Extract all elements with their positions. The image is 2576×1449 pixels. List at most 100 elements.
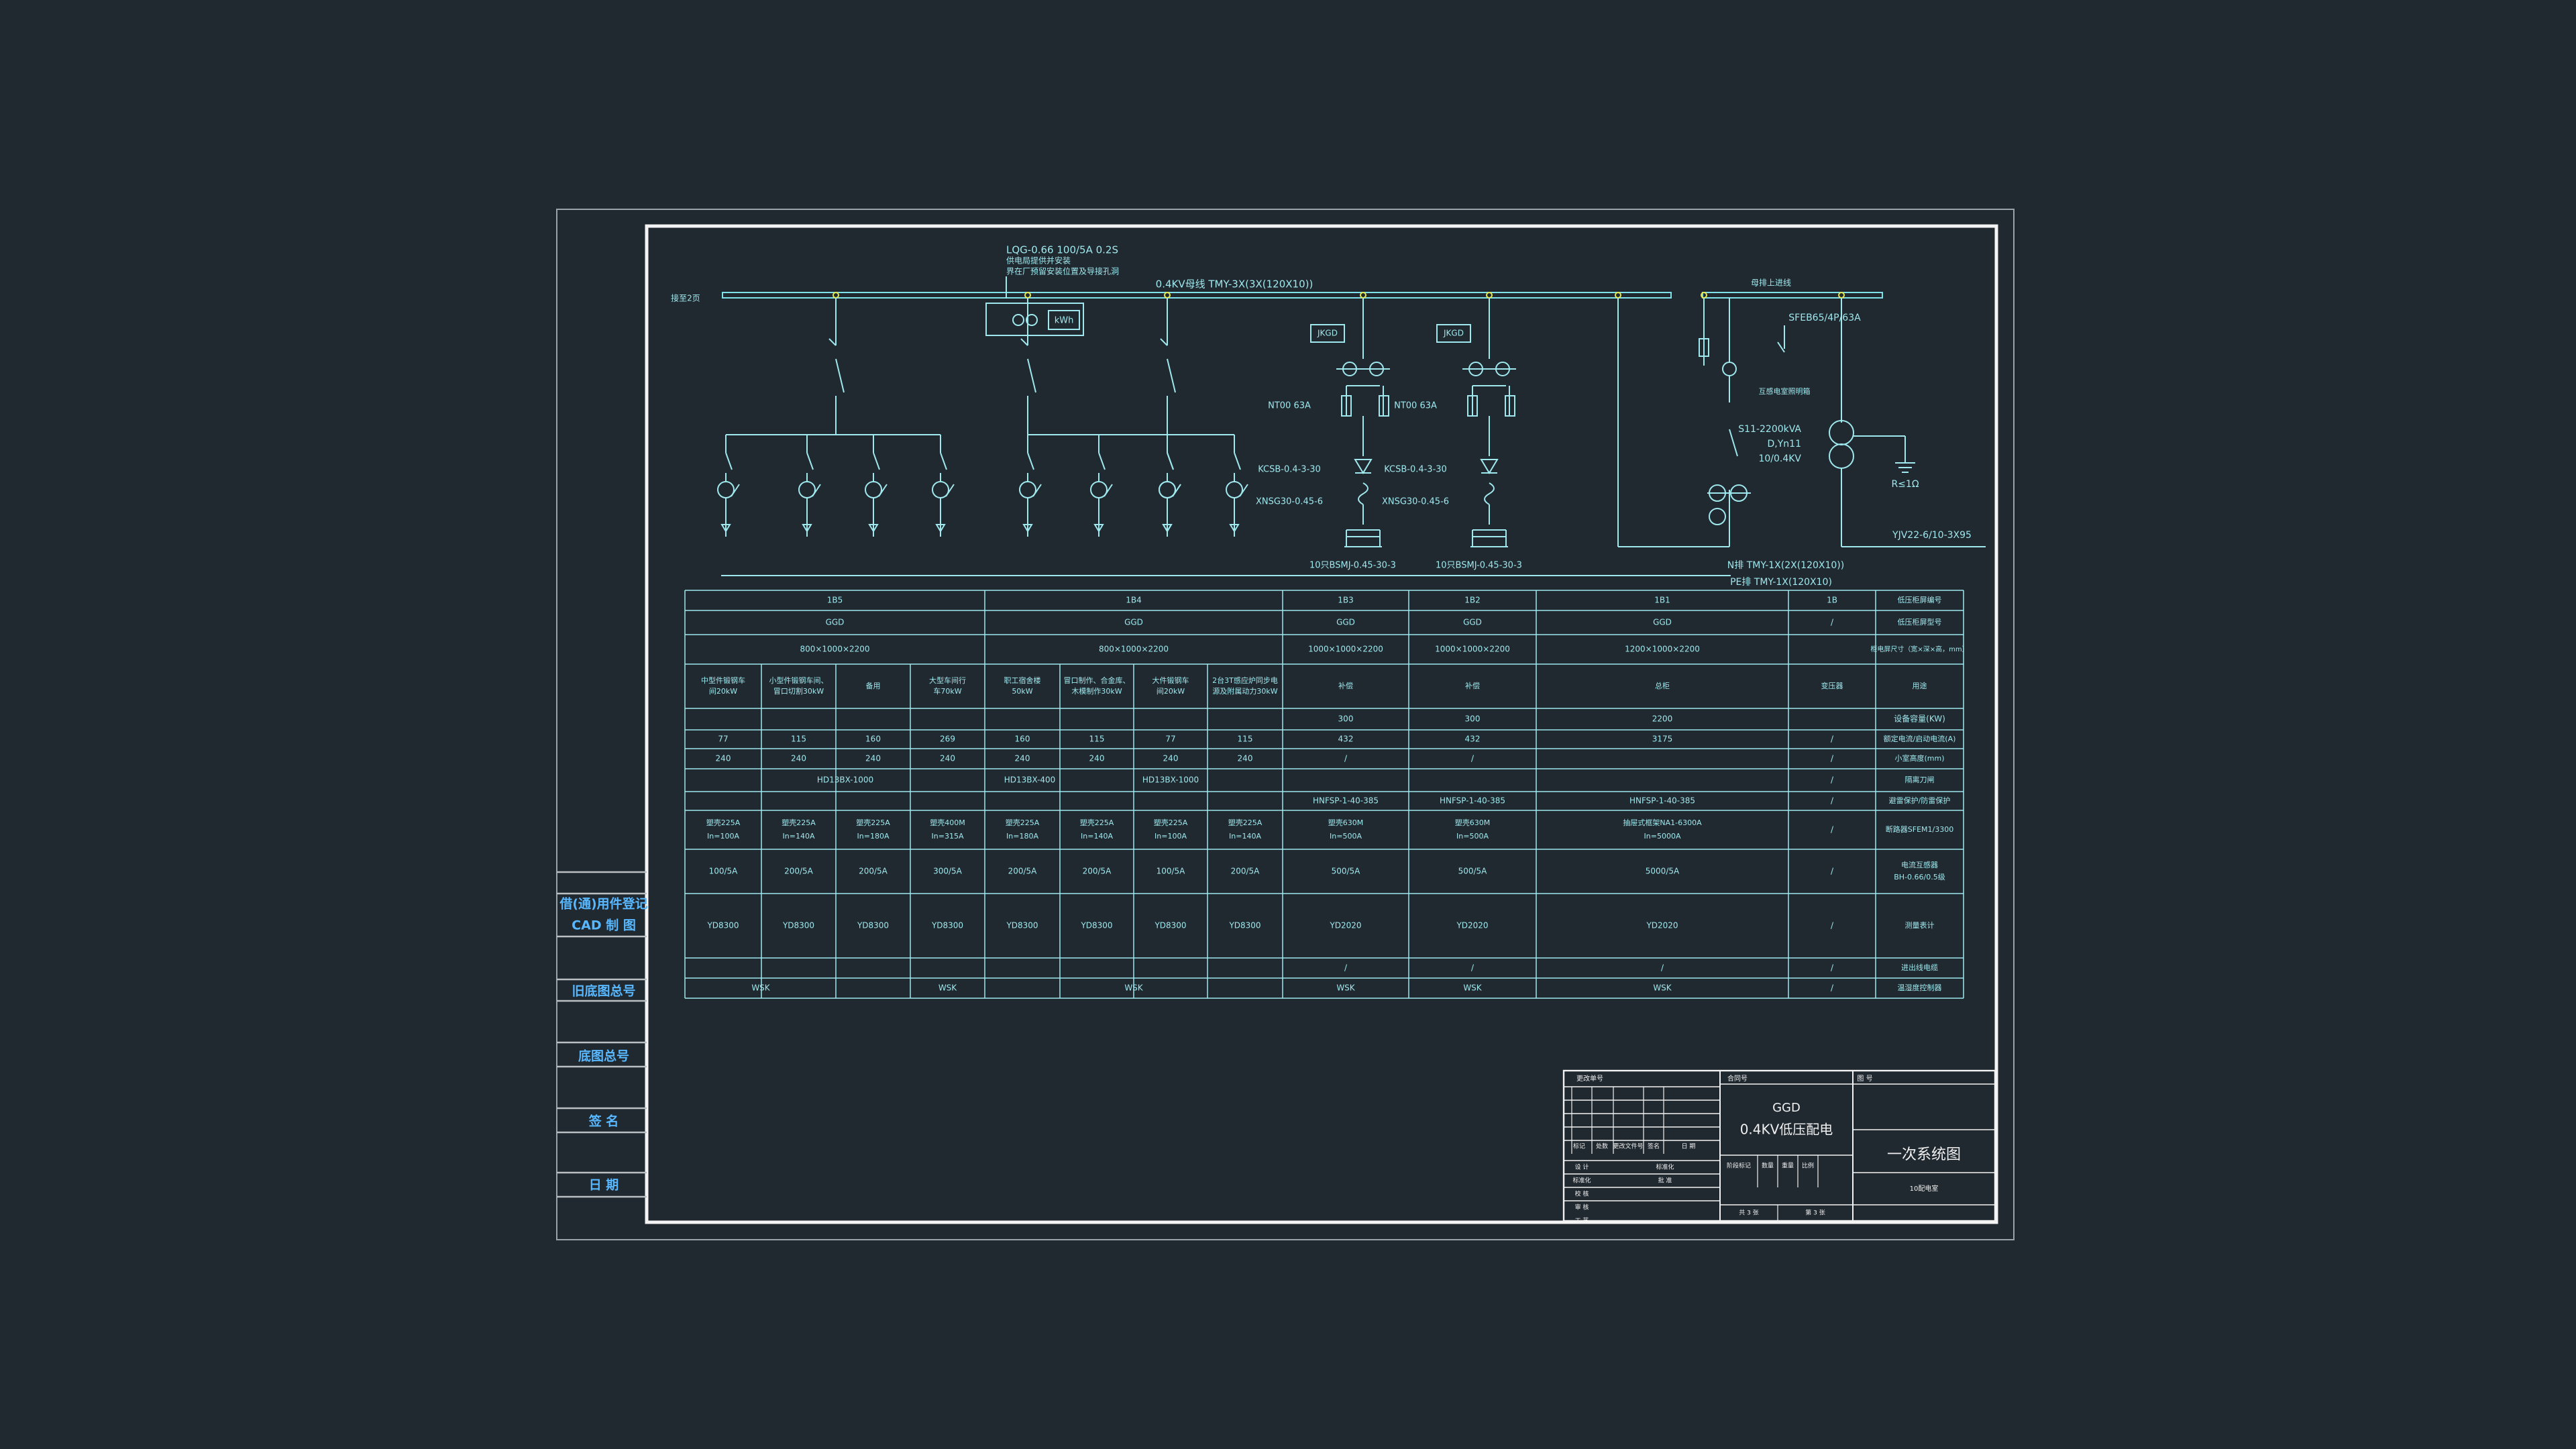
- table-breaker-4-0: 抽屉式框架NA1-6300A: [1623, 818, 1702, 827]
- sidebar-label-4: 签 名: [588, 1114, 619, 1129]
- tb-mid-col-3: 比例: [1802, 1162, 1814, 1170]
- table-meter-2: YD2020: [1329, 921, 1361, 930]
- table-wsk-1: WSK: [938, 983, 957, 993]
- ct-note-2: 界在厂预留安装位置及导接孔洞: [1006, 266, 1119, 276]
- tx-label-2: 10/0.4KV: [1758, 453, 1801, 464]
- comp-0-switch-label: KCSB-0.4-3-30: [1258, 465, 1321, 475]
- table-current-1-3: 115: [1238, 735, 1253, 744]
- table-size-1: 800×1000×2200: [1099, 645, 1169, 654]
- table-section-0-0: 240: [716, 754, 731, 763]
- table-breaker-1-2-0: 塑壳225A: [1154, 818, 1188, 827]
- table-size-0: 800×1000×2200: [800, 645, 869, 654]
- aux-breaker-mark: [1777, 341, 1785, 353]
- sidebar-label-0: 借(通)用件登记: [559, 896, 647, 912]
- table-ct-1-2: 100/5A: [1157, 867, 1186, 876]
- tb-col-0: 标记: [1573, 1142, 1585, 1150]
- table-usage-0-0: 中型件锻钢车间20kW: [701, 676, 745, 696]
- table-wsk-3: WSK: [1336, 983, 1355, 993]
- table-size-3: 1000×1000×2200: [1435, 645, 1510, 654]
- table-fusegear-3: /: [1831, 796, 1834, 806]
- n-bar-label: N排 TMY-1X(2X(120X10)): [1727, 560, 1844, 571]
- tb-sheet-total: 共 3 张: [1739, 1210, 1758, 1217]
- table-current-1-2: 77: [1165, 735, 1175, 744]
- table-ct-0-2: 200/5A: [859, 867, 888, 876]
- table-section-0-1: 240: [791, 754, 806, 763]
- comp-0-reactor: [1358, 482, 1368, 505]
- table-current-6: 额定电流/启动电流(A): [1884, 734, 1956, 743]
- table-wsk-7: 温湿度控制器: [1898, 983, 1942, 992]
- tb-head-mid: 合同号: [1727, 1074, 1748, 1083]
- table-meter-1-3: YD8300: [1228, 921, 1260, 930]
- tb-approve: 批 准: [1658, 1177, 1672, 1185]
- tb-std: 标准化: [1656, 1163, 1674, 1171]
- table-size-4: 1200×1000×2200: [1625, 645, 1700, 654]
- table-knife-7: 隔离刀闸: [1905, 775, 1935, 784]
- main-busbar: [722, 292, 1672, 299]
- table-section-0-2: 240: [865, 754, 881, 763]
- table-knife-6: /: [1831, 775, 1834, 785]
- table-wsk-0: WSK: [751, 983, 770, 993]
- table-type-3: GGD: [1463, 618, 1482, 627]
- table-current-1-1: 115: [1089, 735, 1105, 744]
- table-section-1-1: 240: [1089, 754, 1105, 763]
- table-usage-3: 补偿: [1465, 681, 1480, 690]
- inner-frame: [645, 224, 1998, 1224]
- cad-drawing: 借(通)用件登记 CAD 制 图旧底图总号底图总号签 名日 期 接至2页 0.4KV母…: [556, 209, 2015, 1240]
- table-current-2: 432: [1338, 735, 1354, 744]
- table-type-6: 低压柜屏型号: [1898, 617, 1942, 627]
- table-usage-0-1: 小型件锻钢车间、冒口切割30kW: [769, 676, 828, 696]
- tb-mid-col-2: 重量: [1782, 1162, 1794, 1170]
- tb-col-4: 日 期: [1682, 1143, 1696, 1150]
- table-wsk-2: WSK: [1124, 983, 1143, 993]
- table-current-3: 432: [1465, 735, 1481, 744]
- table-cabinet-3: 1B2: [1464, 596, 1481, 605]
- feeder-1b5-switch: [835, 358, 845, 393]
- table-usage-0-2: 备用: [866, 681, 881, 690]
- table-ct-4: 5000/5A: [1646, 867, 1680, 876]
- table-capacity-2: 2200: [1652, 714, 1673, 724]
- comp-0-reactor-label: XNSG30-0.45-6: [1256, 497, 1323, 507]
- table-inline-3: /: [1831, 963, 1834, 973]
- table-fusegear-0: HNFSP-1-40-385: [1313, 796, 1379, 806]
- feeder-1b4b-switch: [1167, 358, 1176, 393]
- table-type-5: /: [1831, 618, 1834, 627]
- table-breaker-0-3-0: 塑壳400M: [930, 818, 965, 827]
- tx-ct: [1722, 362, 1737, 376]
- table-meter-5: /: [1831, 921, 1834, 930]
- table-type-0: GGD: [826, 618, 845, 627]
- feeder-1b5-breaker-mark: [828, 338, 837, 346]
- table-meter-6: 测量表计: [1905, 920, 1935, 930]
- table-breaker-0-2-0: 塑壳225A: [856, 818, 890, 827]
- table-capacity-0: 300: [1338, 714, 1354, 724]
- table-section-1-3: 240: [1238, 754, 1253, 763]
- comp-1-switch-label: KCSB-0.4-3-30: [1384, 465, 1447, 475]
- comp-1-reactor: [1484, 482, 1495, 505]
- table-knife-1: HD13BX-400: [1004, 775, 1056, 785]
- table-breaker-1-3-1: In=140A: [1229, 832, 1261, 841]
- table-ct-1-1: 200/5A: [1083, 867, 1112, 876]
- table-current-1-0: 160: [1015, 735, 1030, 744]
- pe-bar-label: PE排 TMY-1X(120X10): [1730, 577, 1832, 588]
- feeder-1b5-branch-2-switch: [873, 452, 880, 470]
- table-current-4: 3175: [1652, 735, 1673, 744]
- table-fusegear-1: HNFSP-1-40-385: [1440, 796, 1505, 806]
- tb-role-3: 审 核: [1575, 1203, 1589, 1212]
- feeder-1b4a-switch: [1027, 358, 1036, 393]
- table-knife-2: HD13BX-1000: [1142, 775, 1199, 785]
- table-usage-1-0: 职工宿舍楼 50kW: [1004, 676, 1041, 696]
- table-cabinet-4: 1B1: [1654, 596, 1670, 605]
- table-current-0-3: 269: [940, 735, 955, 744]
- table-usage-4: 总柜: [1655, 681, 1670, 690]
- table-usage-2: 补偿: [1338, 681, 1353, 690]
- comp-1-node: [1486, 292, 1493, 299]
- meter-note: 互感电室照明箱: [1759, 386, 1811, 396]
- table-breaker-5: /: [1831, 825, 1834, 835]
- table-breaker-0-1-1: In=140A: [783, 832, 815, 841]
- table-breaker-0-2-1: In=180A: [857, 832, 890, 841]
- tb-sheet-no: 第 3 张: [1805, 1209, 1825, 1217]
- comp-1-fuse-label: NT00 63A: [1394, 401, 1437, 411]
- table-cabinet-2: 1B3: [1338, 596, 1354, 605]
- table-breaker-0-0-1: In=100A: [707, 832, 739, 841]
- feeder-1b5-branch-1-switch: [806, 452, 814, 470]
- feeder-1b4a-branch-1-switch: [1098, 452, 1106, 470]
